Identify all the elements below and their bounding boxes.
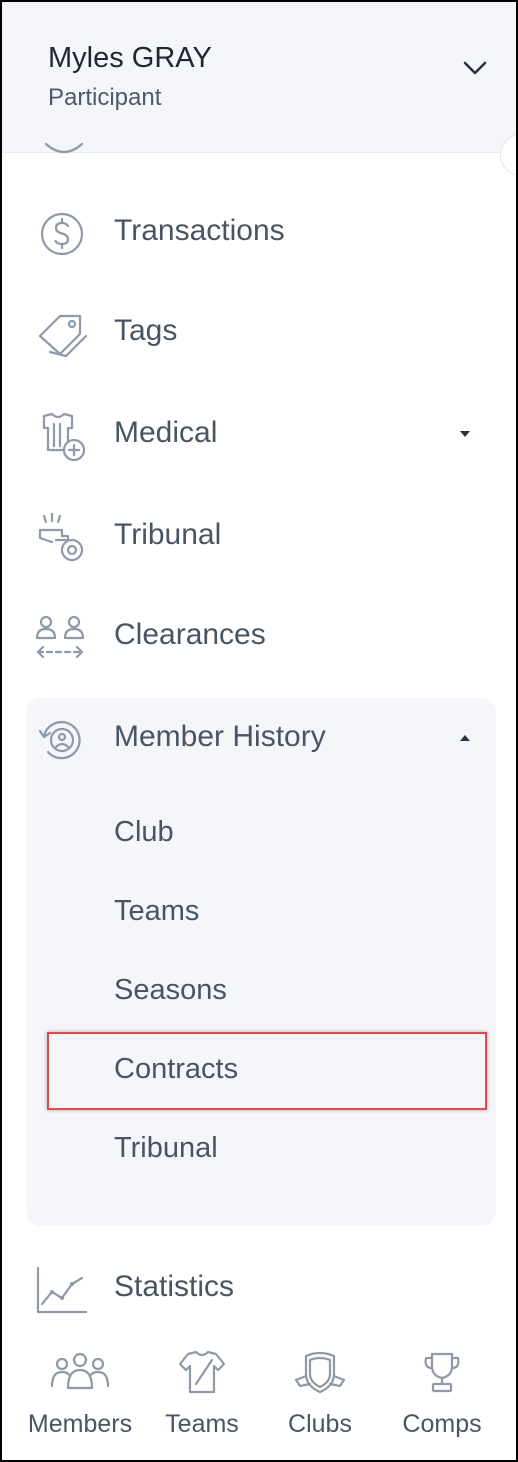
nav-label-statistics: Statistics	[114, 1270, 235, 1303]
nav-item-tags[interactable]: Tags	[2, 294, 516, 374]
bottom-nav-label-comps: Comps	[402, 1410, 482, 1438]
nav-label-transactions: Transactions	[114, 214, 285, 247]
nav-item-statistics[interactable]: Statistics	[2, 1250, 516, 1330]
sidebar-panel: Myles GRAY Participant Transactions Tags	[0, 0, 518, 1462]
bottom-nav: Members Teams Clubs Comps	[2, 1342, 516, 1460]
user-name: Myles GRAY	[48, 42, 212, 74]
bottom-nav-label-clubs: Clubs	[288, 1410, 352, 1438]
nav-label-tags: Tags	[114, 314, 178, 347]
caret-down-icon[interactable]	[458, 429, 472, 439]
submenu-item-club[interactable]: Club	[114, 816, 174, 849]
submenu-item-seasons[interactable]: Seasons	[114, 974, 227, 1007]
shield-icon	[294, 1351, 346, 1394]
nav-item-member-history[interactable]: Member History	[2, 700, 516, 780]
nav-item-transactions[interactable]: Transactions	[2, 194, 516, 274]
nav-label-member-history: Member History	[114, 720, 326, 753]
tag-icon	[38, 314, 88, 358]
chevron-down-icon[interactable]	[460, 56, 490, 80]
submenu-item-teams[interactable]: Teams	[114, 895, 199, 928]
nav-item-tribunal[interactable]: Tribunal	[2, 498, 516, 578]
nav-label-clearances: Clearances	[114, 618, 266, 651]
bottom-nav-label-teams: Teams	[165, 1410, 239, 1438]
bottom-nav-teams[interactable]: Teams	[142, 1342, 262, 1460]
line-chart-icon	[36, 1266, 88, 1314]
nav-item-medical[interactable]: Medical	[2, 396, 516, 476]
user-header[interactable]: Myles GRAY Participant	[2, 2, 516, 153]
trophy-icon	[424, 1352, 460, 1393]
bottom-nav-clubs[interactable]: Clubs	[260, 1342, 380, 1460]
caret-up-icon[interactable]	[458, 733, 472, 743]
members-icon	[50, 1352, 110, 1390]
nav-label-tribunal: Tribunal	[114, 518, 222, 551]
selected-item-highlight	[47, 1032, 487, 1110]
bottom-nav-comps[interactable]: Comps	[382, 1342, 502, 1460]
bottom-nav-label-members: Members	[27, 1410, 133, 1438]
history-user-icon	[38, 721, 81, 760]
user-role: Participant	[48, 84, 162, 111]
jersey-icon	[178, 1350, 226, 1394]
whistle-icon	[38, 512, 84, 562]
people-transfer-icon	[35, 615, 85, 659]
jersey-medical-icon	[42, 412, 86, 462]
nav-item-clearances[interactable]: Clearances	[2, 598, 516, 678]
nav-label-medical: Medical	[114, 416, 218, 449]
dollar-circle-icon	[40, 212, 84, 256]
bottom-nav-members[interactable]: Members	[20, 1342, 140, 1460]
partial-nav-icon	[44, 142, 84, 154]
submenu-item-tribunal[interactable]: Tribunal	[114, 1132, 218, 1165]
